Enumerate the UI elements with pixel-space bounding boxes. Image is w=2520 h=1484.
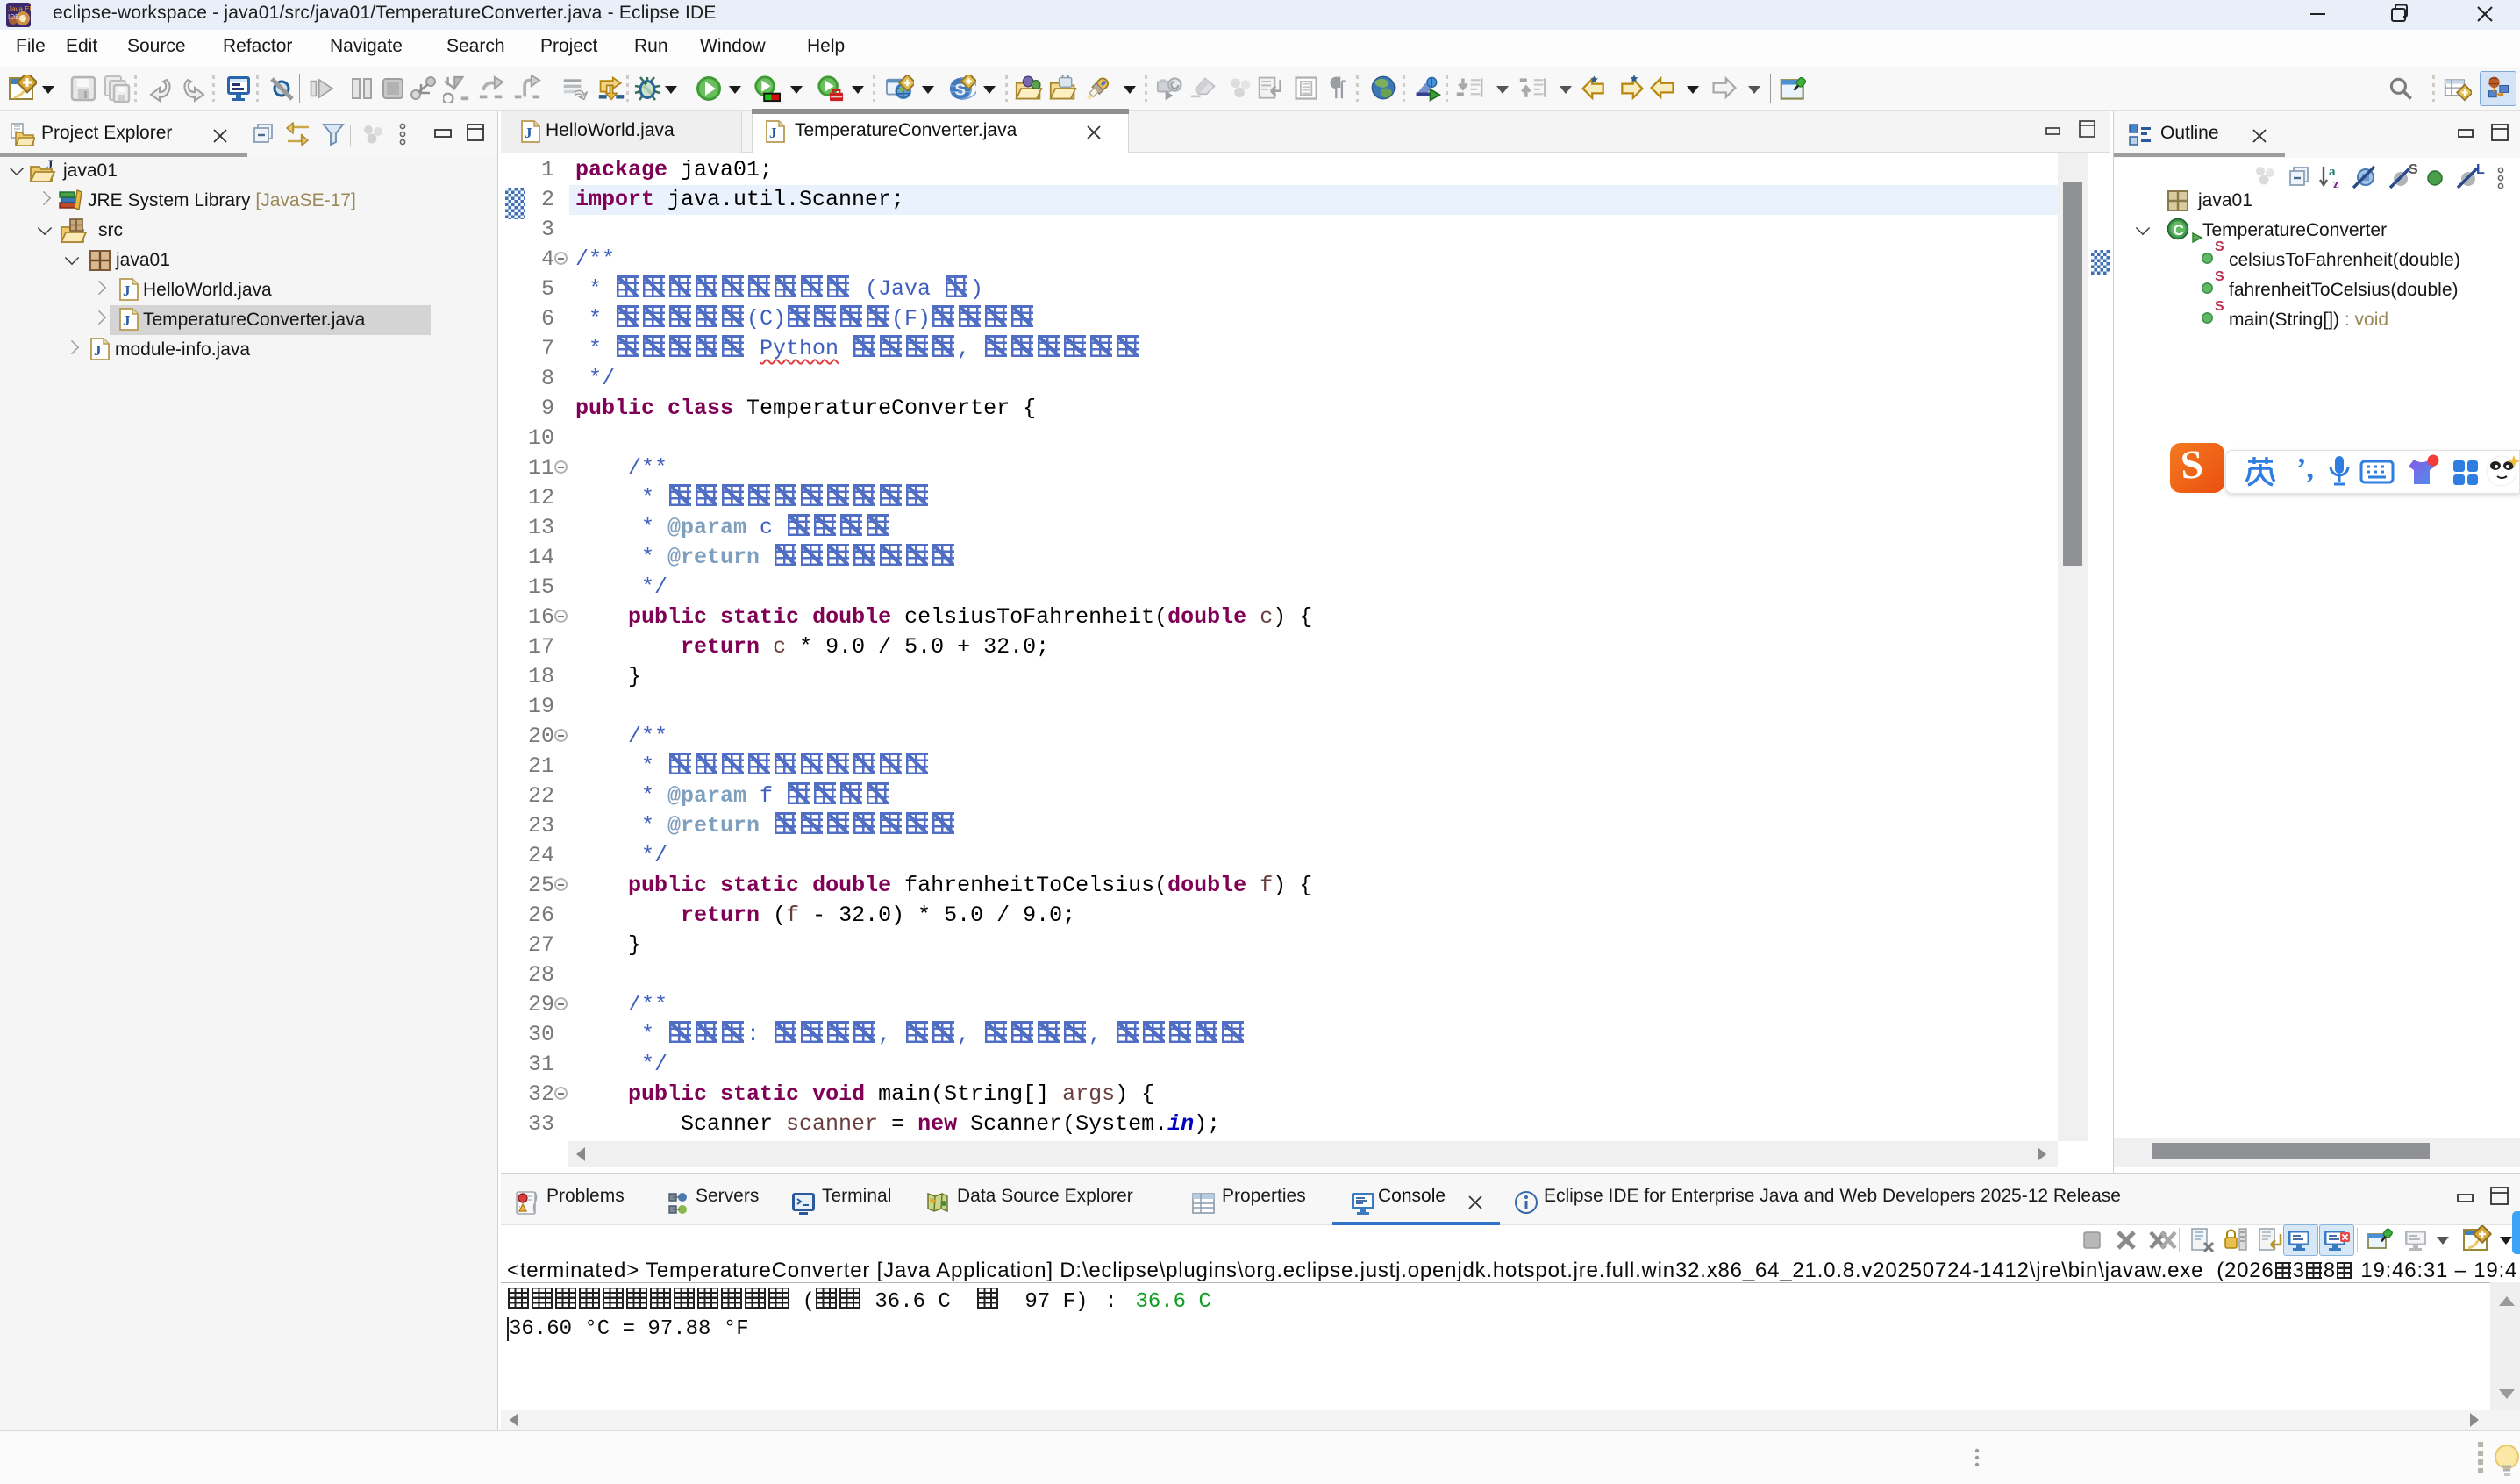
svg-text:IDE: IDE [8, 13, 19, 21]
svg-text:S: S [2409, 163, 2418, 177]
svg-text:Java EE: Java EE [8, 5, 31, 13]
svg-text:C: C [2174, 222, 2184, 239]
svg-text:J: J [525, 125, 532, 141]
svg-text:J: J [46, 158, 54, 172]
svg-text:J: J [123, 282, 131, 299]
svg-text:J: J [769, 125, 777, 141]
svg-text:L: L [2476, 163, 2485, 177]
svg-text:z: z [2333, 177, 2339, 191]
svg-text:J: J [123, 312, 131, 329]
svg-text:J: J [94, 342, 102, 359]
